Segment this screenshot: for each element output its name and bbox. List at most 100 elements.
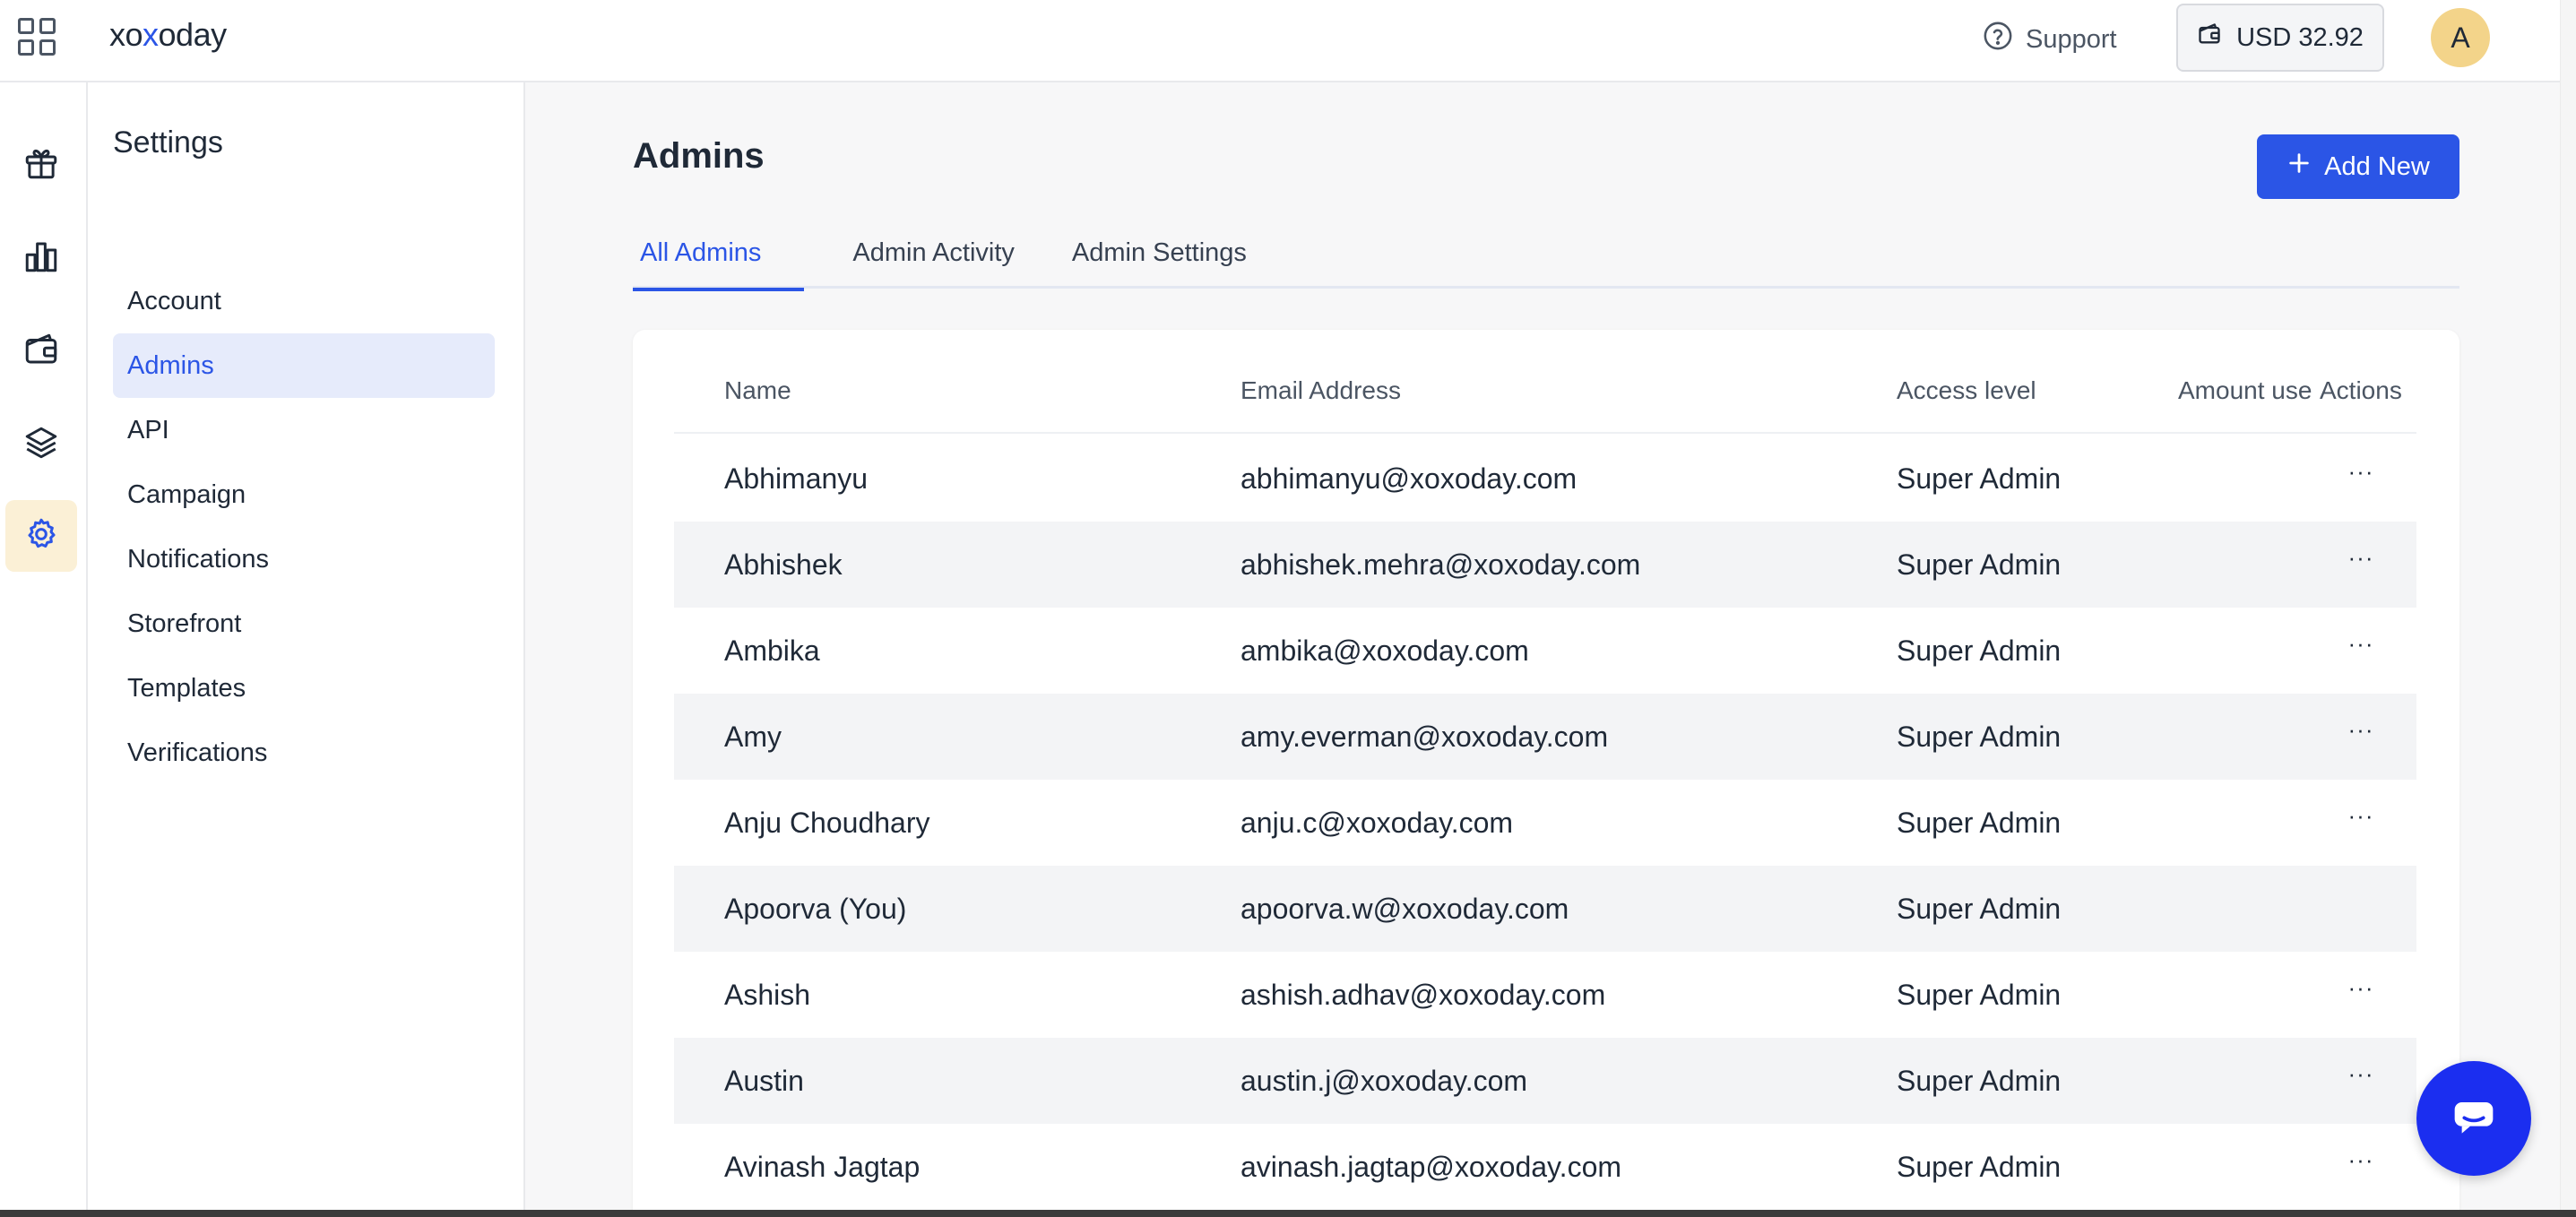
logo-text-x: x xyxy=(143,16,159,53)
admin-access-level: Super Admin xyxy=(1897,978,2062,1011)
rail-item-wallet[interactable] xyxy=(5,315,77,387)
admin-access-level: Super Admin xyxy=(1897,892,2062,925)
admin-access-level: Super Admin xyxy=(1897,462,2062,495)
row-actions-menu-icon[interactable]: ··· xyxy=(2341,600,2381,686)
admin-name: Amy xyxy=(724,720,782,753)
column-header-access[interactable]: Access level xyxy=(1897,376,2036,405)
table-body: Abhimanyu abhimanyu@xoxoday.com Super Ad… xyxy=(674,436,2416,1210)
admin-name: Apoorva (You) xyxy=(724,892,907,925)
add-new-button[interactable]: Add New xyxy=(2257,134,2459,199)
help-circle-icon xyxy=(1983,21,2013,58)
column-header-name[interactable]: Name xyxy=(724,376,791,405)
settings-item-account[interactable]: Account xyxy=(113,269,495,333)
row-actions-menu-icon[interactable]: ··· xyxy=(2341,514,2381,600)
admin-email: ashish.adhav@xoxoday.com xyxy=(1240,978,1606,1011)
gear-icon xyxy=(23,516,59,557)
table-header: Name Email Address Access level Amount u… xyxy=(674,358,2416,434)
rail-item-reports[interactable] xyxy=(5,222,77,294)
admin-name: Ambika xyxy=(724,634,820,667)
table-row[interactable]: Ambika ambika@xoxoday.com Super Admin ··… xyxy=(674,608,2416,694)
layers-icon xyxy=(22,424,60,466)
settings-sidebar: Settings Account Admins API Campaign Not… xyxy=(88,82,525,1217)
logo-text-end: oday xyxy=(158,16,228,53)
admins-table-card: Name Email Address Access level Amount u… xyxy=(633,330,2459,1217)
table-row[interactable]: Amy amy.everman@xoxoday.com Super Admin … xyxy=(674,694,2416,780)
column-header-amount-used[interactable]: Amount use xyxy=(2178,376,2321,405)
admin-email: avinash.jagtap@xoxoday.com xyxy=(1240,1150,1622,1183)
main-content: Admins Add New All Admins Admin Activity… xyxy=(525,82,2576,1217)
settings-item-campaign[interactable]: Campaign xyxy=(113,462,495,527)
row-actions-menu-icon[interactable]: ··· xyxy=(2341,1117,2381,1203)
logo-text-start: xo xyxy=(109,16,143,53)
chat-support-button[interactable] xyxy=(2416,1061,2531,1176)
settings-item-storefront[interactable]: Storefront xyxy=(113,591,495,656)
admin-name: Austin xyxy=(724,1064,804,1097)
admin-name: Anju Choudhary xyxy=(724,806,930,839)
row-actions-menu-icon[interactable]: ··· xyxy=(2341,1031,2381,1117)
support-label: Support xyxy=(2026,24,2117,54)
admin-email: austin.j@xoxoday.com xyxy=(1240,1064,1528,1097)
admin-name: Abhishek xyxy=(724,548,843,581)
settings-item-api[interactable]: API xyxy=(113,398,495,462)
settings-nav: Account Admins API Campaign Notification… xyxy=(113,269,495,785)
row-actions-menu-icon[interactable]: ··· xyxy=(2341,772,2381,859)
gift-icon xyxy=(22,144,60,186)
admin-name: Ashish xyxy=(724,978,811,1011)
admin-email: apoorva.w@xoxoday.com xyxy=(1240,892,1569,925)
admin-name: Avinash Jagtap xyxy=(724,1150,921,1183)
rail-item-catalog[interactable] xyxy=(5,409,77,480)
wallet-balance-button[interactable]: USD 32.92 xyxy=(2176,4,2384,72)
admin-access-level: Super Admin xyxy=(1897,634,2062,667)
page-scrollbar[interactable] xyxy=(2560,0,2576,1210)
admin-access-level: Super Admin xyxy=(1897,1064,2062,1097)
tab-admin-activity[interactable]: Admin Activity xyxy=(843,235,1024,289)
support-link[interactable]: Support xyxy=(1983,20,2117,59)
xoxoday-logo[interactable]: xoxoday xyxy=(109,16,227,54)
admin-access-level: Super Admin xyxy=(1897,806,2062,839)
column-header-email[interactable]: Email Address xyxy=(1240,376,1401,405)
apps-grid-icon[interactable] xyxy=(18,18,56,56)
settings-item-notifications[interactable]: Notifications xyxy=(113,527,495,591)
chat-icon xyxy=(2445,1088,2503,1150)
row-actions-menu-icon[interactable]: ··· xyxy=(2341,428,2381,514)
page-title: Admins xyxy=(633,136,765,176)
table-row[interactable]: Avinash Jagtap avinash.jagtap@xoxoday.co… xyxy=(674,1124,2416,1210)
top-bar: xoxoday Support USD 32.92 A xyxy=(0,0,2576,82)
settings-item-admins[interactable]: Admins xyxy=(113,333,495,398)
admin-tabs: All Admins Admin Activity Admin Settings xyxy=(633,235,2459,291)
plus-icon xyxy=(2286,151,2312,183)
table-row[interactable]: Apoorva (You) apoorva.w@xoxoday.com Supe… xyxy=(674,866,2416,952)
admin-access-level: Super Admin xyxy=(1897,720,2062,753)
table-row[interactable]: Austin austin.j@xoxoday.com Super Admin … xyxy=(674,1038,2416,1124)
admin-email: ambika@xoxoday.com xyxy=(1240,634,1529,667)
add-new-label: Add New xyxy=(2324,151,2430,181)
table-row[interactable]: Anju Choudhary anju.c@xoxoday.com Super … xyxy=(674,780,2416,866)
wallet-balance: USD 32.92 xyxy=(2236,22,2364,52)
tab-admin-settings[interactable]: Admin Settings xyxy=(1063,235,1256,289)
admin-name: Abhimanyu xyxy=(724,462,869,495)
column-header-actions: Actions xyxy=(2320,376,2402,404)
user-avatar[interactable]: A xyxy=(2431,8,2490,67)
admin-email: amy.everman@xoxoday.com xyxy=(1240,720,1609,753)
wallet-icon xyxy=(2197,22,2222,54)
settings-item-templates[interactable]: Templates xyxy=(113,656,495,721)
admin-email: abhimanyu@xoxoday.com xyxy=(1240,462,1578,495)
admin-access-level: Super Admin xyxy=(1897,1150,2062,1183)
rail-item-rewards[interactable] xyxy=(5,129,77,201)
row-actions-menu-icon[interactable]: ··· xyxy=(2341,686,2381,772)
icon-rail xyxy=(0,82,88,1217)
admin-email: anju.c@xoxoday.com xyxy=(1240,806,1514,839)
wallet-icon xyxy=(22,331,60,373)
row-actions-menu-icon[interactable]: ··· xyxy=(2341,945,2381,1031)
settings-title: Settings xyxy=(113,125,223,160)
row-actions-menu-icon[interactable] xyxy=(2341,859,2381,945)
rail-item-settings[interactable] xyxy=(5,500,77,572)
table-row[interactable]: Abhimanyu abhimanyu@xoxoday.com Super Ad… xyxy=(674,436,2416,522)
table-row[interactable]: Ashish ashish.adhav@xoxoday.com Super Ad… xyxy=(674,952,2416,1038)
tab-all-admins[interactable]: All Admins xyxy=(633,235,805,291)
window-bottom-edge xyxy=(0,1210,2576,1217)
bar-chart-icon xyxy=(22,237,60,280)
settings-item-verifications[interactable]: Verifications xyxy=(113,721,495,785)
admin-email: abhishek.mehra@xoxoday.com xyxy=(1240,548,1641,581)
table-row[interactable]: Abhishek abhishek.mehra@xoxoday.com Supe… xyxy=(674,522,2416,608)
